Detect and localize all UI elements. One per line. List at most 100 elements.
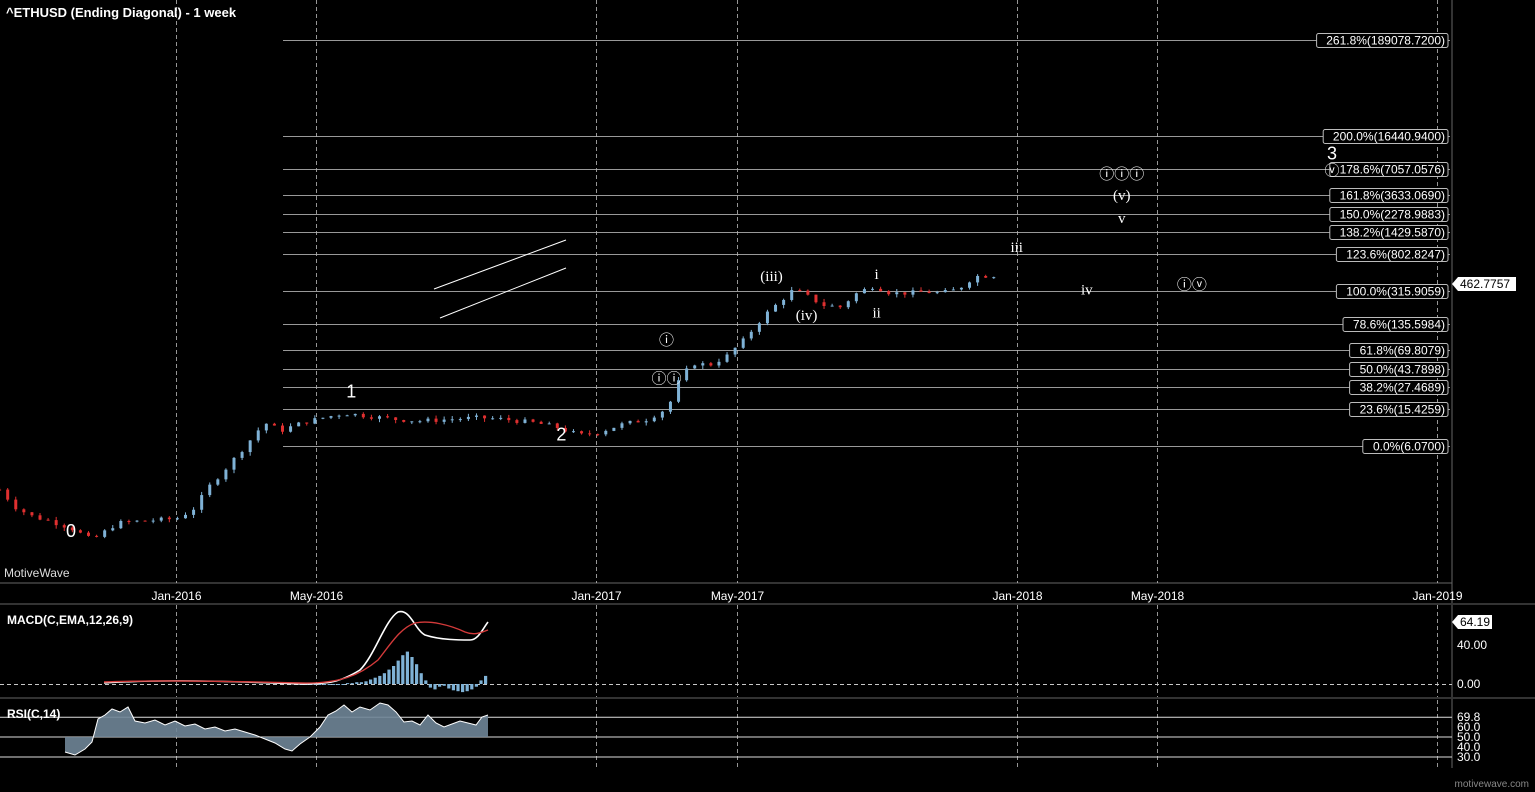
macd-hist-bar [387, 669, 391, 684]
candle-body [806, 290, 810, 295]
macd-hist-bar [350, 683, 354, 685]
fib-level-label: 38.2%(27.4689) [1360, 381, 1445, 395]
macd-hist-bar [456, 684, 460, 692]
macd-hist-bar [419, 673, 423, 684]
candle-body [790, 290, 794, 300]
candle-body [765, 311, 769, 324]
macd-hist-bar [447, 684, 451, 689]
candle-body [216, 479, 220, 485]
candle-body [612, 427, 616, 431]
candle-body [935, 292, 939, 294]
candle-body [184, 514, 188, 519]
brand-label: MotiveWave [4, 566, 70, 580]
candle-body [280, 425, 284, 432]
macd-hist-bar [373, 677, 377, 684]
candle-body [862, 289, 866, 294]
fib-level-label: 100.0%(315.9059) [1346, 285, 1445, 299]
macd-last-label: 64.19 [1460, 615, 1490, 629]
macd-hist-bar [323, 684, 327, 685]
macd-tick-label: 0.00 [1457, 677, 1481, 691]
rsi-title: RSI(C,14) [7, 707, 61, 721]
candle-body [402, 420, 406, 422]
candle-body [200, 495, 204, 510]
macd-histogram [300, 651, 488, 693]
wave-label: ⓘⓘⓘ [1099, 166, 1144, 183]
candle-body [434, 418, 438, 422]
fib-level-label: 138.2%(1429.5870) [1340, 226, 1445, 240]
ethusd-chart: Jan-2016 May-2016 Jan-2017 May-2017 Jan-2018… [0, 0, 1535, 768]
chart-title: ^ETHUSD (Ending Diagonal) - 1 week [6, 5, 237, 20]
x-tick-label: Jan-2018 [992, 589, 1042, 603]
wave-label: ⓘⓘ [651, 370, 681, 387]
macd-hist-bar [405, 651, 409, 684]
candle-body [175, 518, 179, 520]
candle-body [628, 420, 632, 424]
candle-body [895, 292, 899, 295]
macd-hist-bar [336, 684, 340, 685]
candle-body [167, 517, 171, 520]
macd-hist-bar [442, 684, 446, 686]
candles-group [0, 274, 996, 539]
candle-body [248, 440, 252, 453]
candle-body [709, 363, 713, 366]
last-price-label: 462.7757 [1460, 277, 1510, 291]
macd-hist-bar [465, 684, 469, 692]
candle-body [531, 419, 535, 422]
candle-body [507, 417, 511, 421]
candle-body [741, 338, 745, 348]
wave-label: 2 [556, 424, 566, 444]
fib-level-label: 200.0%(16440.9400) [1333, 130, 1445, 144]
candle-body [838, 305, 842, 308]
macd-hist-bar [327, 684, 331, 685]
candle-body [321, 417, 325, 419]
candle-body [693, 365, 697, 369]
candle-body [224, 469, 228, 480]
macd-hist-bar [484, 675, 488, 684]
x-tick-label: May-2017 [711, 589, 765, 603]
candle-body [418, 421, 422, 423]
macd-hist-bar [378, 675, 382, 684]
candle-body [547, 423, 551, 425]
candle-body [968, 282, 972, 288]
wave-label: ⓘ [659, 332, 674, 349]
candle-body [426, 418, 430, 422]
macd-hist-bar [479, 680, 483, 684]
candle-body [879, 288, 883, 292]
candle-body [103, 530, 107, 537]
macd-hist-bar [332, 684, 336, 685]
macd-hist-bar [415, 664, 419, 684]
candle-body [927, 291, 931, 294]
candle-body [353, 413, 357, 416]
macd-hist-bar [369, 679, 373, 684]
candle-body [636, 420, 640, 423]
wave-label: 0 [66, 521, 76, 541]
candle-body [604, 430, 608, 435]
macd-hist-bar [410, 657, 414, 684]
candle-body [984, 275, 988, 278]
macd-hist-bar [428, 684, 432, 688]
candle-body [111, 528, 115, 531]
candle-body [38, 515, 42, 520]
diagonal-upper-line [433, 239, 567, 290]
macd-hist-bar [470, 684, 474, 690]
candle-body [458, 419, 462, 421]
macd-hist-bar [424, 680, 428, 684]
candle-body [774, 304, 778, 312]
candle-body [240, 452, 244, 458]
candle-body [410, 421, 414, 423]
candle-body [264, 423, 268, 431]
candle-body [951, 289, 955, 291]
candle-body [822, 302, 826, 306]
macd-hist-bar [433, 684, 437, 690]
candle-body [474, 415, 478, 417]
candle-body [620, 423, 624, 428]
candle-body [798, 290, 802, 292]
candle-body [854, 293, 858, 302]
candle-body [119, 521, 123, 529]
candle-body [782, 299, 786, 305]
candle-body [30, 512, 34, 516]
fib-level-label: 50.0%(43.7898) [1360, 363, 1445, 377]
fib-level-label: 23.6%(15.4259) [1360, 403, 1445, 417]
fib-level-label: 78.6%(135.5984) [1353, 318, 1445, 332]
candle-body [6, 489, 10, 500]
